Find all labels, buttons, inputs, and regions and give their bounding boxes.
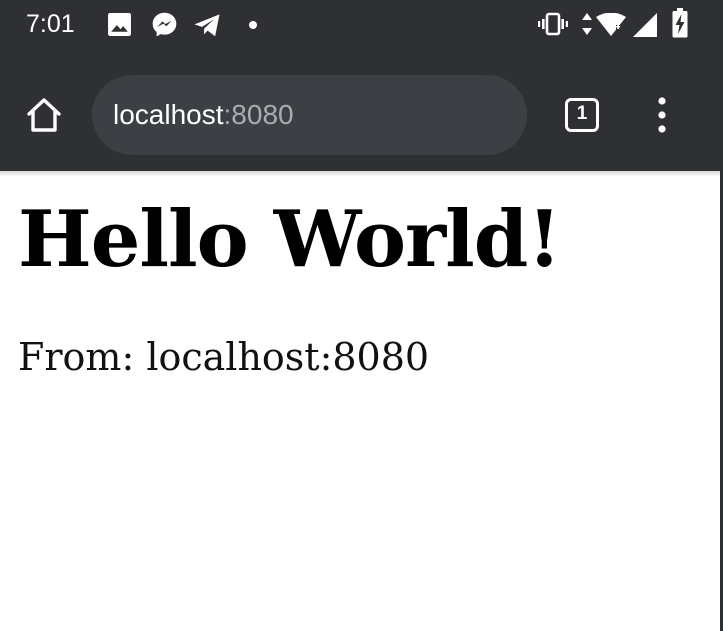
battery-charging-icon [672, 8, 688, 38]
home-icon[interactable] [25, 96, 63, 134]
url-host: localhost [113, 99, 224, 130]
toolbar-shadow [0, 171, 720, 177]
from-text: From: localhost:8080 [18, 335, 430, 379]
url-text: localhost:8080 [113, 97, 294, 133]
cell-signal-icon [633, 13, 657, 37]
overflow-menu-icon[interactable] [654, 96, 670, 134]
image-icon [108, 13, 131, 36]
page-heading: Hello World! [18, 194, 562, 285]
status-time: 7:01 [26, 10, 75, 38]
telegram-icon [194, 14, 220, 37]
vibrate-icon [538, 12, 568, 36]
page-content: Hello World! From: localhost:8080 [18, 190, 710, 382]
dot-icon [249, 21, 257, 29]
messenger-icon [152, 12, 177, 37]
tab-count: 1 [576, 103, 588, 124]
url-port: :8080 [223, 99, 294, 130]
data-arrows-icon [582, 13, 592, 35]
url-bar[interactable]: localhost:8080 [92, 75, 527, 155]
status-bar: 7:01 4 [0, 0, 720, 50]
wifi-badge: 4 [613, 17, 621, 32]
wifi-icon [596, 13, 626, 37]
browser-window: 7:01 4 localhost:8080 1 Hello World! Fro… [0, 0, 723, 631]
browser-toolbar: localhost:8080 1 [0, 50, 720, 171]
tab-switcher-button[interactable]: 1 [565, 98, 599, 132]
